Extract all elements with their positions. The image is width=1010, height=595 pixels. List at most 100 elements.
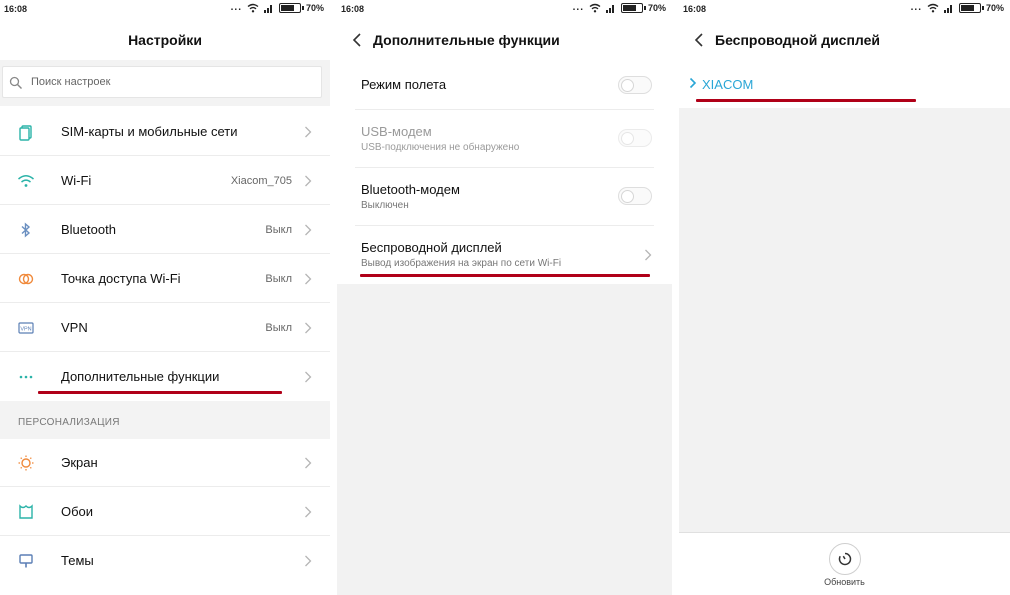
settings-item-label: Дополнительные функции bbox=[61, 369, 220, 384]
refresh-icon bbox=[838, 552, 852, 566]
additional-functions-screen: 16:08 ... 70% Дополнительные функции Реж… bbox=[337, 0, 672, 595]
chevron-right-icon bbox=[305, 273, 312, 285]
bluetooth-modem-row[interactable]: Bluetooth-модем Выключен bbox=[337, 168, 672, 226]
chevron-right-icon bbox=[305, 371, 312, 383]
chevron-right-icon bbox=[305, 322, 312, 334]
settings-item-value: Выкл bbox=[265, 273, 292, 285]
battery-fill bbox=[960, 5, 974, 11]
signal-icon bbox=[605, 5, 614, 13]
notification-dots-icon: ... bbox=[572, 2, 584, 13]
refresh-button[interactable] bbox=[829, 543, 861, 575]
airplane-mode-row[interactable]: Режим полета bbox=[337, 60, 672, 110]
wireless-display-screen: 16:08 ... 70% Беспроводной дисплей XIACO… bbox=[679, 0, 1010, 595]
settings-item-label: Bluetooth bbox=[61, 222, 116, 237]
settings-item-label: VPN bbox=[61, 320, 88, 335]
chevron-right-icon bbox=[305, 126, 312, 138]
app-bar: Настройки bbox=[0, 20, 330, 60]
signal-icon bbox=[263, 5, 272, 13]
status-bar: 16:08 ... 70% bbox=[0, 0, 330, 20]
option-title: Bluetooth-модем bbox=[361, 182, 460, 197]
status-time: 16:08 bbox=[683, 4, 707, 14]
battery-percent: 70% bbox=[985, 3, 1004, 13]
sim-icon bbox=[19, 125, 32, 141]
settings-item-value: Xiacom_705 bbox=[230, 175, 292, 187]
highlight-underline bbox=[38, 391, 282, 394]
settings-item-wallpaper[interactable]: Обои bbox=[0, 488, 330, 536]
status-bar: 16:08 ... 70% bbox=[337, 0, 672, 20]
search-section bbox=[0, 60, 330, 106]
chevron-right-icon bbox=[689, 77, 697, 89]
app-bar: Беспроводной дисплей bbox=[679, 20, 1010, 60]
option-title: Режим полета bbox=[361, 77, 447, 92]
airplane-mode-toggle[interactable] bbox=[618, 76, 652, 94]
app-bar: Дополнительные функции bbox=[337, 20, 672, 60]
svg-text:VPN: VPN bbox=[20, 327, 31, 333]
wifi-status-icon bbox=[247, 3, 259, 13]
wallpaper-icon bbox=[19, 504, 33, 519]
page-title: Настройки bbox=[128, 32, 202, 48]
option-subtitle: USB-подключения не обнаружено bbox=[361, 142, 520, 153]
bluetooth-icon bbox=[21, 222, 31, 238]
hotspot-icon bbox=[18, 273, 34, 285]
highlight-underline bbox=[360, 274, 650, 277]
wifi-icon bbox=[18, 175, 34, 187]
page-title: Дополнительные функции bbox=[373, 32, 560, 48]
settings-item-hotspot[interactable]: Точка доступа Wi-Fi Выкл bbox=[0, 255, 330, 303]
settings-screen: 16:08 ... 70% Настройки SIM-карты и моби… bbox=[0, 0, 330, 595]
back-arrow-icon[interactable] bbox=[693, 31, 707, 49]
wifi-status-icon bbox=[589, 3, 601, 13]
battery-percent: 70% bbox=[305, 3, 324, 13]
usb-modem-toggle[interactable] bbox=[618, 129, 652, 147]
page-title: Беспроводной дисплей bbox=[715, 32, 881, 48]
signal-icon bbox=[943, 5, 952, 13]
settings-item-bluetooth[interactable]: Bluetooth Выкл bbox=[0, 206, 330, 254]
section-title: ПЕРСОНАЛИЗАЦИЯ bbox=[18, 417, 120, 428]
battery-icon bbox=[620, 3, 646, 13]
chevron-right-icon bbox=[305, 175, 312, 187]
section-divider: ПЕРСОНАЛИЗАЦИЯ bbox=[0, 401, 330, 439]
highlight-underline bbox=[696, 99, 916, 102]
settings-item-sim[interactable]: SIM-карты и мобильные сети bbox=[0, 108, 330, 156]
bluetooth-modem-toggle[interactable] bbox=[618, 187, 652, 205]
option-title: Беспроводной дисплей bbox=[361, 240, 502, 255]
chevron-right-icon bbox=[305, 506, 312, 518]
device-name: XIACOM bbox=[702, 77, 754, 92]
settings-item-value: Выкл bbox=[265, 322, 292, 334]
notification-dots-icon: ... bbox=[910, 2, 922, 13]
settings-item-label: SIM-карты и мобильные сети bbox=[61, 124, 238, 139]
settings-item-label: Wi-Fi bbox=[61, 173, 92, 188]
settings-item-themes[interactable]: Темы bbox=[0, 537, 330, 585]
battery-fill bbox=[622, 5, 636, 11]
themes-icon bbox=[19, 554, 33, 568]
status-time: 16:08 bbox=[341, 4, 365, 14]
battery-icon bbox=[958, 3, 984, 13]
wifi-status-icon bbox=[927, 3, 939, 13]
vpn-icon: VPN bbox=[18, 322, 34, 334]
search-input[interactable] bbox=[31, 67, 311, 97]
status-bar: 16:08 ... 70% bbox=[679, 0, 1010, 20]
usb-modem-row[interactable]: USB-модем USB-подключения не обнаружено bbox=[337, 110, 672, 168]
bottom-action-bar: Обновить bbox=[679, 532, 1010, 595]
settings-item-label: Экран bbox=[61, 455, 98, 470]
battery-percent: 70% bbox=[647, 3, 666, 13]
settings-item-value: Выкл bbox=[265, 224, 292, 236]
settings-item-wifi[interactable]: Wi-Fi Xiacom_705 bbox=[0, 157, 330, 205]
screen-icon bbox=[18, 455, 34, 471]
search-icon bbox=[9, 76, 22, 89]
settings-item-label: Темы bbox=[61, 553, 94, 568]
settings-item-screen[interactable]: Экран bbox=[0, 439, 330, 487]
option-subtitle: Вывод изображения на экран по сети Wi-Fi bbox=[361, 258, 562, 269]
back-arrow-icon[interactable] bbox=[351, 31, 365, 49]
notification-dots-icon: ... bbox=[230, 2, 242, 13]
battery-icon bbox=[278, 3, 304, 13]
refresh-label: Обновить bbox=[824, 577, 865, 587]
search-box[interactable] bbox=[2, 66, 322, 98]
option-title: USB-модем bbox=[361, 124, 432, 139]
settings-item-vpn[interactable]: VPN VPN Выкл bbox=[0, 304, 330, 352]
option-subtitle: Выключен bbox=[361, 200, 409, 211]
chevron-right-icon bbox=[305, 457, 312, 469]
chevron-right-icon bbox=[305, 555, 312, 567]
settings-item-label: Обои bbox=[61, 504, 94, 519]
chevron-right-icon bbox=[645, 249, 652, 261]
chevron-right-icon bbox=[305, 224, 312, 236]
